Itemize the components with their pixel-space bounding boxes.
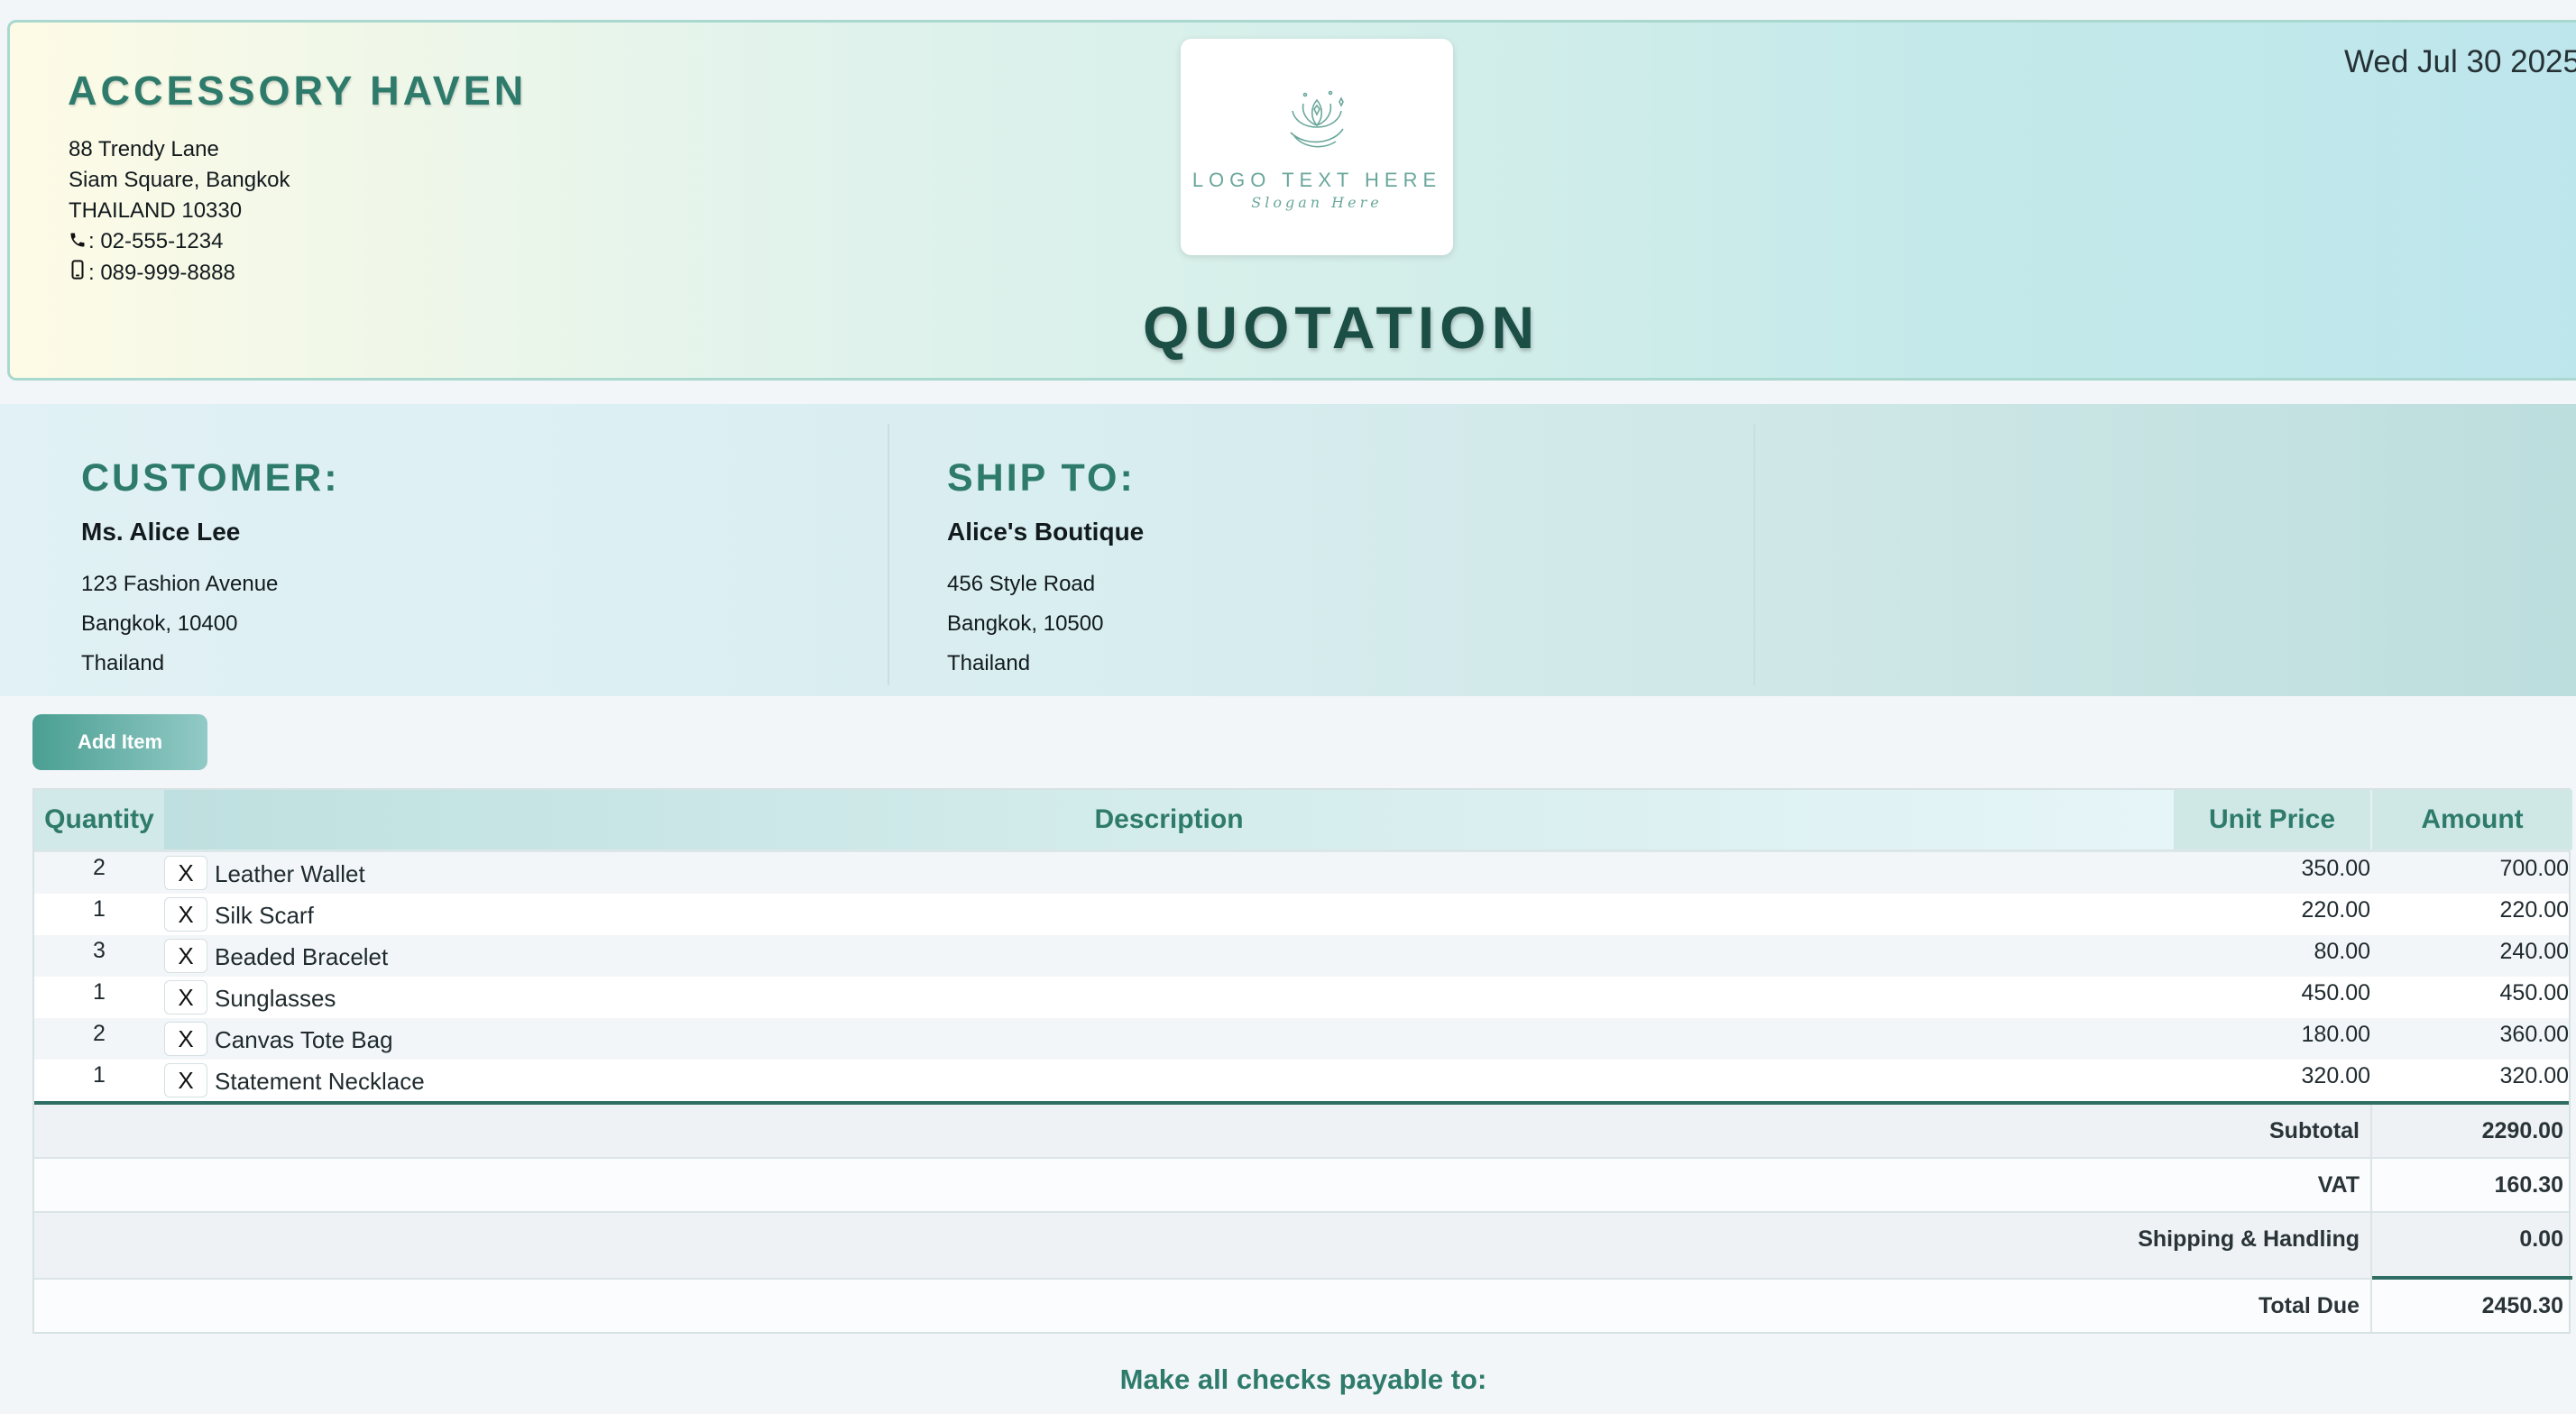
subtotal-row: Subtotal 2290.00: [34, 1105, 2569, 1159]
ship-to-address-line: Bangkok, 10500: [947, 611, 1104, 636]
item-quantity[interactable]: 1: [34, 1062, 164, 1088]
header-panel: ACCESSORY HAVEN 88 Trendy Lane Siam Squa…: [7, 20, 2576, 381]
item-unit-price[interactable]: 220.00: [2302, 897, 2370, 923]
vat-value: 160.30: [2494, 1172, 2563, 1198]
shipping-value[interactable]: 0.00: [2519, 1226, 2563, 1253]
item-description[interactable]: Statement Necklace: [215, 1068, 425, 1096]
shipping-cell: 0.00: [2370, 1213, 2572, 1278]
item-description[interactable]: Silk Scarf: [215, 902, 314, 930]
customer-address-line: Thailand: [81, 651, 165, 675]
table-body: 2 X Leather Wallet 350.00 700.00 1 X Sil…: [34, 852, 2569, 1101]
logo-text: LOGO TEXT HERE: [1191, 169, 1442, 191]
item-amount: 450.00: [2499, 980, 2569, 1005]
item-amount: 360.00: [2499, 1022, 2569, 1047]
customer-heading: CUSTOMER:: [81, 456, 340, 500]
address-line: Siam Square, Bangkok: [69, 168, 290, 192]
item-quantity[interactable]: 1: [34, 979, 164, 1005]
item-quantity[interactable]: 2: [34, 855, 164, 881]
mobile-row: : 089-999-8888: [69, 258, 290, 289]
table-row: 3 X Beaded Bracelet 80.00 240.00: [34, 935, 2569, 977]
ship-to-address-line: Thailand: [947, 651, 1031, 675]
vat-cell: 160.30: [2370, 1159, 2572, 1211]
item-unit-price[interactable]: 80.00: [2314, 939, 2370, 965]
total-due-value: 2450.30: [2481, 1293, 2563, 1318]
item-quantity[interactable]: 2: [34, 1021, 164, 1047]
item-description[interactable]: Leather Wallet: [215, 860, 365, 888]
ship-to-heading: SHIP TO:: [947, 456, 1136, 500]
table-row: 2 X Canvas Tote Bag 180.00 360.00: [34, 1018, 2569, 1060]
subtotal-cell: 2290.00: [2370, 1105, 2572, 1157]
vat-row: VAT 160.30: [34, 1159, 2569, 1213]
item-description[interactable]: Beaded Bracelet: [215, 943, 388, 971]
delete-item-button[interactable]: X: [164, 1063, 207, 1097]
address-line: THAILAND 10330: [69, 198, 243, 223]
total-due-cell: 2450.30: [2370, 1276, 2572, 1332]
item-quantity[interactable]: 1: [34, 896, 164, 923]
subtotal-value: 2290.00: [2481, 1118, 2563, 1143]
subtotal-label: Subtotal: [2269, 1118, 2360, 1143]
customer-name: Ms. Alice Lee: [81, 518, 241, 546]
customer-address-line: Bangkok, 10400: [81, 611, 238, 636]
mobile-number: : 089-999-8888: [88, 260, 235, 285]
logo-slogan: Slogan Here: [1251, 194, 1383, 211]
company-address: 88 Trendy Lane Siam Square, Bangkok THAI…: [69, 134, 290, 289]
delete-item-button[interactable]: X: [164, 856, 207, 890]
delete-item-button[interactable]: X: [164, 1022, 207, 1056]
checks-payable-label: Make all checks payable to:: [1119, 1364, 1487, 1395]
quotation-date: Wed Jul 30 2025: [2343, 44, 2576, 79]
total-rule: [2372, 1276, 2572, 1280]
delete-item-button[interactable]: X: [164, 897, 207, 932]
phone-number: : 02-555-1234: [88, 229, 224, 253]
address-line: 88 Trendy Lane: [69, 137, 219, 161]
address-section: CUSTOMER: Ms. Alice Lee 123 Fashion Aven…: [0, 404, 2576, 696]
document-title-text: QUOTATION: [1143, 294, 1541, 361]
item-unit-price[interactable]: 320.00: [2302, 1063, 2370, 1089]
customer-address-line: 123 Fashion Avenue: [81, 572, 279, 596]
table-row: 1 X Sunglasses 450.00 450.00: [34, 977, 2569, 1018]
ship-to-name: Alice's Boutique: [947, 518, 1145, 546]
table-row: 2 X Leather Wallet 350.00 700.00: [34, 852, 2569, 894]
company-name: ACCESSORY HAVEN: [68, 68, 528, 114]
column-header-unit-price: Unit Price: [2174, 790, 2370, 849]
item-amount: 220.00: [2499, 897, 2569, 923]
line-items-table: Quantity Description Unit Price Amount 2…: [32, 788, 2572, 1334]
column-header-amount: Amount: [2370, 790, 2572, 849]
item-quantity[interactable]: 3: [34, 938, 164, 964]
item-amount: 700.00: [2499, 856, 2569, 881]
item-amount: 320.00: [2499, 1063, 2569, 1088]
logo-emblem-icon: [1290, 90, 1344, 148]
total-due-row: Total Due 2450.30: [34, 1276, 2572, 1332]
ship-to-address-line: 456 Style Road: [947, 572, 1096, 596]
item-unit-price[interactable]: 450.00: [2302, 980, 2370, 1006]
add-item-button[interactable]: Add Item: [32, 714, 207, 770]
total-due-label: Total Due: [2258, 1293, 2360, 1318]
shipping-label: Shipping & Handling: [2138, 1226, 2360, 1252]
item-description[interactable]: Sunglasses: [215, 985, 336, 1013]
table-row: 1 X Statement Necklace 320.00 320.00: [34, 1060, 2569, 1101]
delete-item-button[interactable]: X: [164, 980, 207, 1015]
item-unit-price[interactable]: 180.00: [2302, 1022, 2370, 1048]
column-header-quantity: Quantity: [34, 790, 164, 849]
delete-item-button[interactable]: X: [164, 939, 207, 973]
item-description[interactable]: Canvas Tote Bag: [215, 1026, 393, 1054]
item-amount: 240.00: [2499, 939, 2569, 964]
phone-row: : 02-555-1234: [69, 226, 290, 258]
column-header-description: Description: [164, 790, 2174, 849]
column-divider: [1753, 424, 1755, 685]
column-divider: [888, 424, 889, 685]
phone-icon: [69, 227, 88, 258]
mobile-phone-icon: [69, 258, 88, 289]
vat-label: VAT: [2317, 1172, 2360, 1198]
shipping-row: Shipping & Handling 0.00: [34, 1213, 2569, 1280]
table-row: 1 X Silk Scarf 220.00 220.00: [34, 894, 2569, 935]
item-unit-price[interactable]: 350.00: [2302, 856, 2370, 882]
table-header: Quantity Description Unit Price Amount: [34, 790, 2572, 852]
logo: LOGO TEXT HERE Slogan Here: [1181, 39, 1453, 255]
